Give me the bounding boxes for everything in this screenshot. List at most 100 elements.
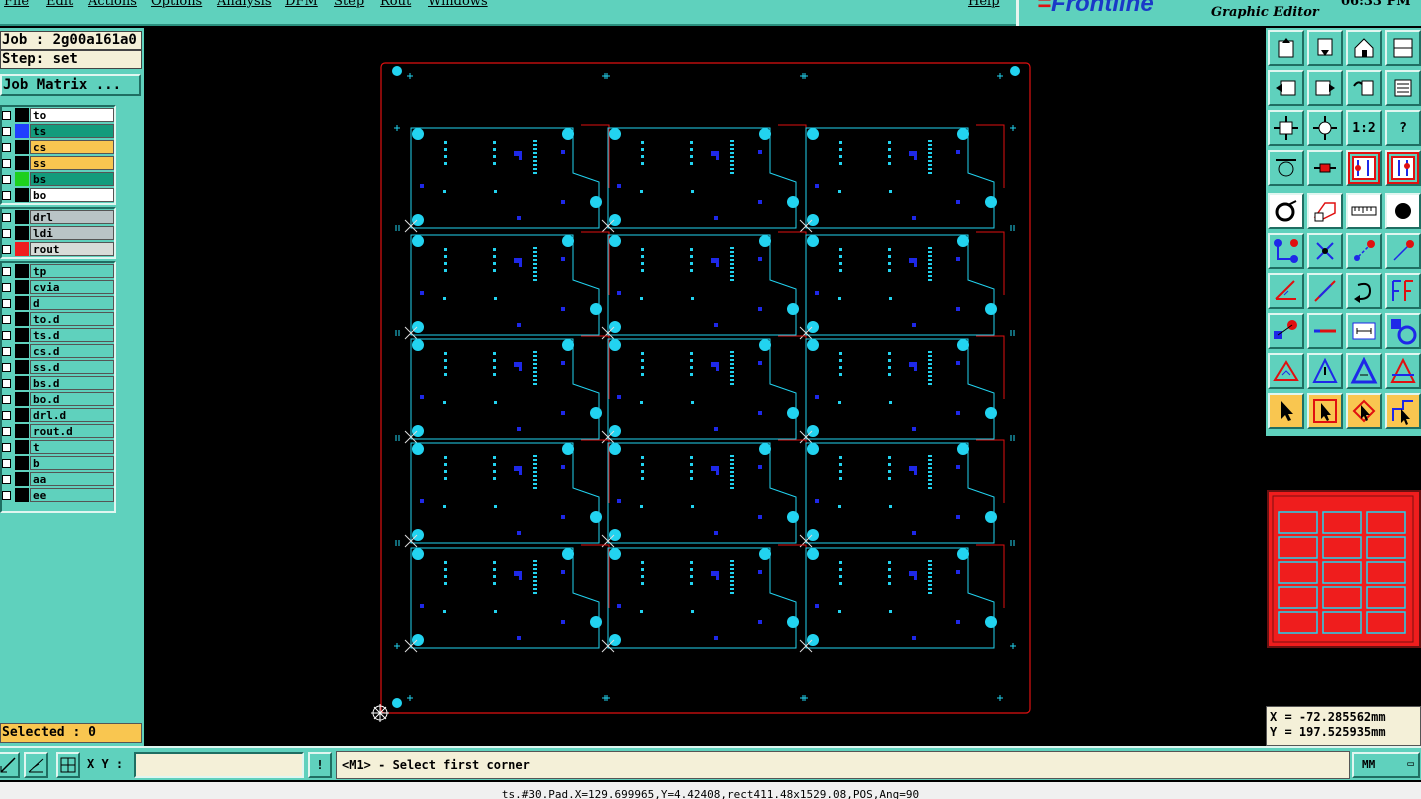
save-button[interactable]: [1307, 30, 1343, 66]
layer-row[interactable]: b: [2, 455, 114, 471]
net-button[interactable]: [1385, 233, 1421, 269]
menu-analysis[interactable]: Analysis: [217, 0, 272, 9]
pad-group-button[interactable]: [1385, 313, 1421, 349]
undo-view-button[interactable]: [1346, 70, 1382, 106]
layer-row[interactable]: bo: [2, 187, 114, 203]
home-button[interactable]: [1346, 30, 1382, 66]
layer-checkbox[interactable]: [2, 245, 11, 254]
board-outline-button[interactable]: [1307, 193, 1343, 229]
help-button[interactable]: ?: [1385, 110, 1421, 146]
menu-actions[interactable]: Actions: [88, 0, 137, 9]
snap-button[interactable]: [1307, 150, 1343, 186]
layer-row[interactable]: cs.d: [2, 343, 114, 359]
cross-button[interactable]: [1307, 233, 1343, 269]
zoom-diag-button[interactable]: [0, 752, 20, 778]
layer-checkbox[interactable]: [2, 191, 11, 200]
layer-row[interactable]: aa: [2, 471, 114, 487]
zoom-fit-button[interactable]: [1268, 110, 1304, 146]
dimension-button[interactable]: [1346, 313, 1382, 349]
pointer-shape-button[interactable]: [1346, 393, 1382, 429]
layer-checkbox[interactable]: [2, 475, 11, 484]
menu-step[interactable]: Step: [334, 0, 364, 9]
layer-checkbox[interactable]: [2, 299, 11, 308]
zoom-ratio-button[interactable]: 1:2: [1346, 110, 1382, 146]
layer-row[interactable]: cs: [2, 139, 114, 155]
triangle-button[interactable]: [1268, 353, 1304, 389]
menu-windows[interactable]: Windows: [428, 0, 488, 9]
layer-checkbox[interactable]: [2, 267, 11, 276]
layer-row[interactable]: tp: [2, 263, 114, 279]
pointer-box-button[interactable]: [1307, 393, 1343, 429]
pan-left-button[interactable]: [1268, 70, 1304, 106]
pad-line-button[interactable]: [1268, 313, 1304, 349]
menu-help[interactable]: Help: [968, 0, 1000, 9]
pointer-button[interactable]: [1268, 393, 1304, 429]
ruler-button[interactable]: [1346, 193, 1382, 229]
layer-checkbox[interactable]: [2, 491, 11, 500]
layer-checkbox[interactable]: [2, 175, 11, 184]
redraw-button[interactable]: [1385, 70, 1421, 106]
layer-checkbox[interactable]: [2, 459, 11, 468]
overview-map[interactable]: [1267, 490, 1421, 648]
snap-grid-button[interactable]: [56, 752, 80, 778]
menu-options[interactable]: Options: [151, 0, 202, 9]
layer-row[interactable]: rout: [2, 241, 114, 257]
layer-checkbox[interactable]: [2, 159, 11, 168]
open-step-button[interactable]: [1268, 30, 1304, 66]
layer-checkbox[interactable]: [2, 347, 11, 356]
layer-row[interactable]: t: [2, 439, 114, 455]
pad-select-button[interactable]: [1268, 193, 1304, 229]
measure-angle-button[interactable]: [24, 752, 48, 778]
layer-checkbox[interactable]: [2, 411, 11, 420]
layer-checkbox[interactable]: [2, 331, 11, 340]
layer-checkbox[interactable]: [2, 363, 11, 372]
job-matrix-button[interactable]: Job Matrix ...: [0, 74, 141, 96]
layer-row[interactable]: bs.d: [2, 375, 114, 391]
layer-checkbox[interactable]: [2, 111, 11, 120]
triangle-arc-button[interactable]: [1346, 353, 1382, 389]
layer-row[interactable]: ss.d: [2, 359, 114, 375]
pcb-panel-view[interactable]: [145, 28, 1265, 746]
layer-row[interactable]: ee: [2, 487, 114, 503]
layer-row[interactable]: ts.d: [2, 327, 114, 343]
layer-checkbox[interactable]: [2, 427, 11, 436]
rout-layers-button[interactable]: [1385, 150, 1421, 186]
line-button[interactable]: [1307, 273, 1343, 309]
layer-checkbox[interactable]: [2, 143, 11, 152]
layer-checkbox[interactable]: [2, 127, 11, 136]
menu-dfm[interactable]: DFM: [285, 0, 318, 9]
xy-input[interactable]: [134, 752, 304, 778]
layer-row[interactable]: to.d: [2, 311, 114, 327]
rout-view-button[interactable]: [1346, 150, 1382, 186]
measure-button[interactable]: [1268, 150, 1304, 186]
layer-row[interactable]: bo.d: [2, 391, 114, 407]
layer-row[interactable]: ldi: [2, 225, 114, 241]
layer-row[interactable]: cvia: [2, 279, 114, 295]
menu-edit[interactable]: Edit: [46, 0, 73, 9]
layer-row[interactable]: drl: [2, 209, 114, 225]
layer-row[interactable]: d: [2, 295, 114, 311]
layer-row[interactable]: ts: [2, 123, 114, 139]
rotate-button[interactable]: [1346, 273, 1382, 309]
angle-line-button[interactable]: [1268, 273, 1304, 309]
zoom-center-button[interactable]: [1307, 110, 1343, 146]
connect-button[interactable]: [1268, 233, 1304, 269]
layer-checkbox[interactable]: [2, 229, 11, 238]
layer-checkbox[interactable]: [2, 213, 11, 222]
layer-row[interactable]: bs: [2, 171, 114, 187]
layer-checkbox[interactable]: [2, 379, 11, 388]
units-select[interactable]: MM ▭: [1352, 752, 1420, 778]
graphic-canvas[interactable]: [145, 28, 1265, 746]
layer-row[interactable]: rout.d: [2, 423, 114, 439]
layer-checkbox[interactable]: [2, 395, 11, 404]
menu-file[interactable]: File: [4, 0, 29, 9]
layer-row[interactable]: drl.d: [2, 407, 114, 423]
layer-row[interactable]: ss: [2, 155, 114, 171]
pointer-route-button[interactable]: [1385, 393, 1421, 429]
line-net-button[interactable]: [1346, 233, 1382, 269]
menu-rout[interactable]: Rout: [380, 0, 411, 9]
mirror-button[interactable]: [1385, 273, 1421, 309]
layer-checkbox[interactable]: [2, 315, 11, 324]
triangle-edge-button[interactable]: [1385, 353, 1421, 389]
triangle-select-button[interactable]: [1307, 353, 1343, 389]
